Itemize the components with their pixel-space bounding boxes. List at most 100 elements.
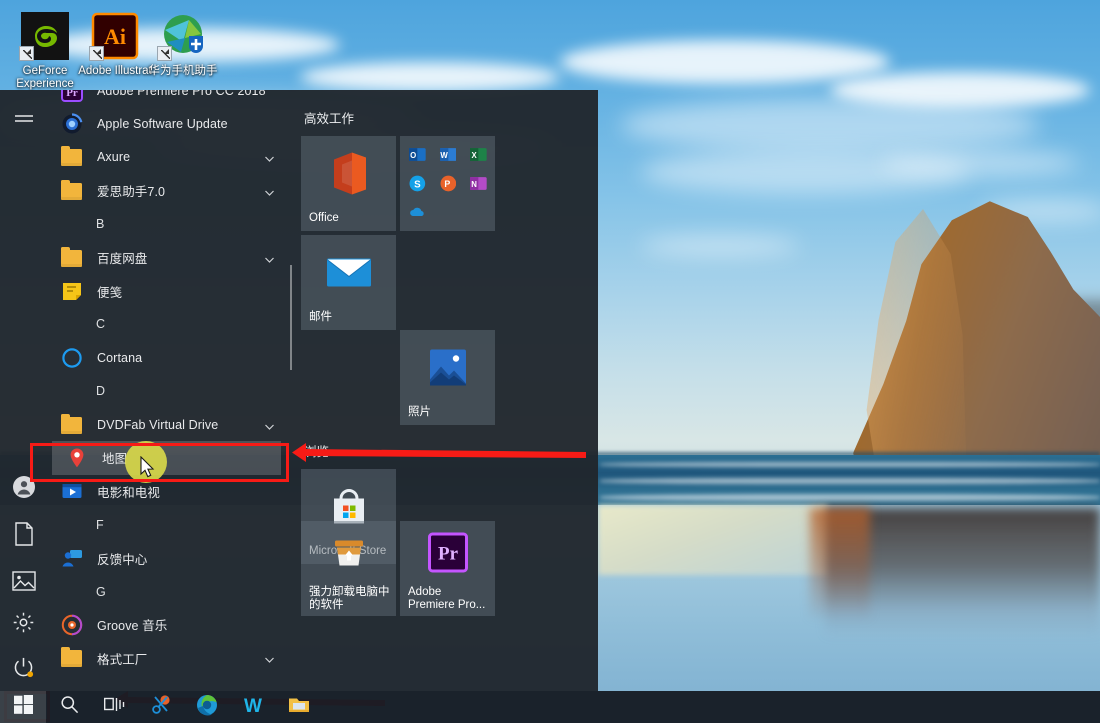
office-apps-grid-icon: O W X S P N: [409, 146, 488, 231]
tile-label: Adobe Premiere Pro...: [408, 586, 486, 611]
power-icon[interactable]: [0, 645, 47, 689]
group-letter-d[interactable]: D: [47, 375, 290, 408]
movies-tv-icon: [61, 480, 83, 502]
tile-photos[interactable]: 照片: [400, 330, 495, 425]
taskbar[interactable]: W: [0, 691, 1100, 723]
tile-area[interactable]: 高效工作 Office O W X S P N 邮件 照片 浏览 Microso…: [290, 90, 598, 691]
taskbar-wps-button[interactable]: W: [230, 691, 276, 723]
tile-row: Microsoft Store 强力卸载电脑中的软件 Pr Adobe Prem…: [301, 469, 593, 616]
chevron-down-icon[interactable]: [264, 152, 275, 163]
group-letter-b[interactable]: B: [47, 208, 290, 241]
start-menu[interactable]: Pr Adobe Premiere Pro CC 2018 Apple Soft…: [0, 90, 598, 691]
chevron-down-icon[interactable]: [264, 252, 275, 263]
powerpoint-icon: P: [440, 175, 456, 192]
adobe-illustrator-icon: Ai: [89, 12, 139, 61]
app-list-item-groove-music[interactable]: Groove 音乐: [47, 608, 290, 641]
taskbar-task-view-button[interactable]: [92, 691, 138, 723]
folder-icon: [61, 413, 83, 436]
tile-uninstaller[interactable]: 强力卸载电脑中的软件: [301, 521, 396, 616]
svg-text:X: X: [472, 151, 478, 160]
desktop-icon-huawei-hisuite[interactable]: 华为手机助手: [140, 12, 226, 78]
task-view-icon: [103, 696, 126, 718]
uninstaller-icon: [332, 537, 366, 574]
tile-office-apps[interactable]: O W X S P N: [400, 136, 495, 231]
chevron-down-icon[interactable]: [264, 653, 275, 664]
group-letter-g[interactable]: G: [47, 575, 290, 608]
windows-logo-icon: [13, 695, 33, 719]
app-label: 反馈中心: [97, 552, 148, 567]
taskbar-search-button[interactable]: [46, 691, 92, 723]
taskbar-start-button[interactable]: [0, 691, 46, 723]
app-label: 格式工厂: [97, 652, 148, 667]
app-label: 爱思助手7.0: [97, 185, 166, 200]
skype-icon: S: [409, 175, 426, 192]
app-list-item-aisi-assistant[interactable]: 爱思助手7.0: [47, 174, 290, 207]
app-label: DVDFab Virtual Drive: [97, 417, 219, 432]
surf-line: [600, 462, 1100, 467]
shortcut-overlay-icon: [89, 46, 104, 61]
app-list-item-apple-software-update[interactable]: Apple Software Update: [47, 107, 290, 140]
chevron-down-icon[interactable]: [264, 185, 275, 196]
onedrive-icon: [410, 207, 424, 216]
sand-light-patch: [598, 505, 828, 575]
user-account-icon[interactable]: [0, 465, 47, 509]
start-menu-rail[interactable]: [0, 90, 47, 691]
mouse-cursor-icon: [140, 455, 156, 484]
hamburger-icon[interactable]: [0, 98, 47, 142]
groove-music-icon: [61, 614, 83, 636]
app-label: Cortana: [97, 350, 143, 365]
group-letter-c[interactable]: C: [47, 308, 290, 341]
svg-text:W: W: [244, 696, 262, 715]
tile-label: 照片: [408, 406, 431, 418]
sticky-notes-icon: [61, 280, 83, 302]
app-list-scrollbar[interactable]: [290, 265, 292, 370]
app-list-item-cortana[interactable]: Cortana: [47, 341, 290, 374]
tile-group-title-browse[interactable]: 浏览: [301, 441, 598, 460]
folder-icon: [61, 179, 83, 202]
onenote-icon: N: [470, 177, 488, 190]
feedback-hub-icon: [61, 547, 83, 569]
taskbar-browser-button[interactable]: [184, 691, 230, 723]
chevron-down-icon[interactable]: [264, 419, 275, 430]
excel-icon: X: [470, 148, 488, 161]
picture-icon[interactable]: [0, 559, 47, 603]
tile-premiere[interactable]: Pr Adobe Premiere Pro...: [400, 521, 495, 616]
app-list-item-dvdfab-virtual-drive[interactable]: DVDFab Virtual Drive: [47, 408, 290, 441]
tile-label: 强力卸载电脑中的软件: [309, 586, 390, 611]
surf-line: [600, 494, 1100, 501]
app-list-item-feedback-hub[interactable]: 反馈中心: [47, 541, 290, 574]
app-label: 地图: [102, 452, 128, 467]
app-list-item-format-factory[interactable]: 格式工厂: [47, 642, 290, 675]
tile-group-title-productivity[interactable]: 高效工作: [301, 108, 598, 127]
taskbar-file-explorer-button[interactable]: [276, 691, 322, 723]
tile-mail[interactable]: 邮件: [301, 235, 396, 330]
geforce-icon: [19, 12, 69, 61]
cortana-icon: [61, 347, 83, 369]
app-list-item-premiere[interactable]: Pr Adobe Premiere Pro CC 2018: [47, 90, 290, 107]
app-list-item-axure[interactable]: Axure: [47, 141, 290, 174]
app-label: 便笺: [97, 285, 123, 300]
tile-label: Office: [309, 212, 339, 224]
taskbar-snipping-tool-button[interactable]: [138, 691, 184, 723]
premiere-icon: Pr: [427, 532, 468, 578]
svg-text:W: W: [440, 151, 448, 160]
app-list-item-baidu-netdisk[interactable]: 百度网盘: [47, 241, 290, 274]
tile-office[interactable]: Office: [301, 136, 396, 231]
maps-pin-icon: [66, 447, 88, 469]
group-letter-f[interactable]: F: [47, 508, 290, 541]
cloud: [620, 98, 1040, 152]
app-list-item-movies-tv[interactable]: 电影和电视: [47, 475, 290, 508]
cloud: [640, 236, 800, 256]
svg-text:N: N: [472, 180, 478, 189]
gear-icon[interactable]: [0, 600, 47, 644]
svg-text:Pr: Pr: [437, 544, 458, 565]
mail-envelope-icon: [326, 256, 372, 295]
document-icon[interactable]: [0, 512, 47, 556]
app-label: Groove 音乐: [97, 619, 168, 634]
app-list-item-sticky-notes[interactable]: 便笺: [47, 274, 290, 307]
office-icon: [328, 151, 370, 202]
app-list[interactable]: Pr Adobe Premiere Pro CC 2018 Apple Soft…: [47, 90, 290, 691]
photos-icon: [429, 349, 466, 391]
apple-update-icon: [61, 113, 83, 135]
svg-text:S: S: [414, 179, 421, 190]
